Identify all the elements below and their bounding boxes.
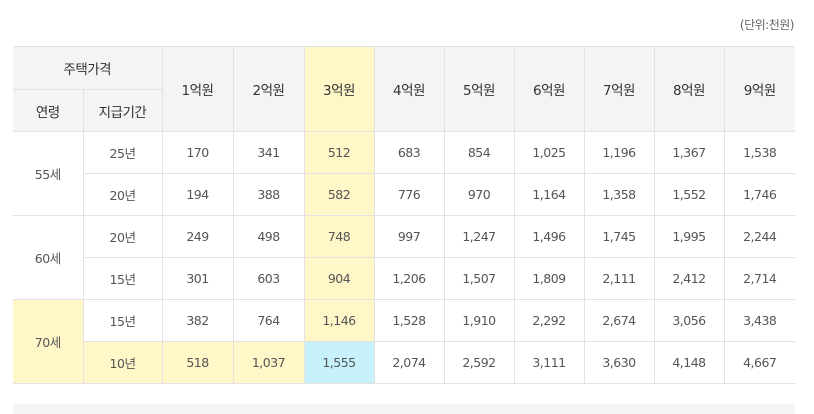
- value-cell: 2,412: [653, 257, 725, 300]
- value-cell: 388: [232, 173, 305, 216]
- value-cell: 854: [443, 131, 515, 174]
- value-cell: 748: [303, 215, 375, 258]
- value-cell: 776: [373, 173, 445, 216]
- value-cell: 1,037: [232, 341, 305, 384]
- value-cell: 1,746: [723, 173, 795, 216]
- value-cell: 1,552: [653, 173, 725, 216]
- value-cell: 1,206: [373, 257, 445, 300]
- value-cell: 2,111: [583, 257, 655, 300]
- value-cell: 904: [303, 257, 375, 300]
- value-cell: 170: [161, 131, 234, 174]
- value-cell: 498: [232, 215, 305, 258]
- value-cell: 1,507: [443, 257, 515, 300]
- table-row: 60세 20년 249 498 748 997 1,247 1,496 1,74…: [13, 215, 795, 300]
- value-cell: 4,148: [653, 341, 725, 384]
- period-cell: 10년: [83, 341, 163, 384]
- value-cell: 764: [232, 299, 305, 342]
- value-cell: 2,074: [373, 341, 445, 384]
- bottom-strip: [13, 404, 795, 414]
- pension-table: 주택가격 1억원 2억원 3억원 4억원 5억원 6억원 7억원 8억원 9억원…: [13, 46, 795, 384]
- value-cell: 3,056: [653, 299, 725, 342]
- header-price-9: 9억원: [723, 46, 795, 132]
- age-cell: 70세: [13, 299, 84, 384]
- value-cell: 2,714: [723, 257, 795, 300]
- value-cell: 1,496: [513, 215, 585, 258]
- period-cell: 25년: [82, 131, 163, 174]
- header-age: 연령: [13, 89, 84, 132]
- value-cell: 1,146: [303, 299, 375, 342]
- value-cell: 518: [161, 341, 234, 384]
- period-cell: 20년: [83, 173, 163, 216]
- header-house-price: 주택가격: [13, 46, 163, 90]
- header-price-3: 3억원: [303, 46, 375, 132]
- value-cell: 382: [161, 299, 234, 342]
- header-price-8: 8억원: [653, 46, 725, 132]
- value-cell: 1,809: [513, 257, 585, 300]
- table-row: 10년 518 1,037 1,555 2,074 2,592 3,111 3,…: [13, 341, 795, 384]
- value-cell: 1,025: [513, 131, 585, 174]
- value-cell: 683: [373, 131, 445, 174]
- age-cell: 55세: [13, 131, 84, 216]
- value-cell: 3,111: [513, 341, 585, 384]
- header-price-6: 6억원: [513, 46, 585, 132]
- value-cell: 603: [232, 257, 305, 300]
- value-cell: 1,247: [443, 215, 515, 258]
- value-cell: 249: [161, 215, 234, 258]
- value-cell: 1,196: [583, 131, 655, 174]
- value-cell: 997: [373, 215, 445, 258]
- header-period: 지급기간: [82, 89, 162, 132]
- age-cell: 60세: [13, 215, 84, 300]
- value-cell: 1,745: [583, 215, 655, 258]
- value-cell: 4,667: [723, 341, 795, 384]
- value-cell: 1,528: [373, 299, 445, 342]
- value-cell: 194: [161, 173, 234, 216]
- table-row: 55세 25년 170 341 512 683 854 1,025 1,196 …: [13, 131, 795, 216]
- header-price-4: 4억원: [373, 46, 445, 132]
- value-cell: 1,358: [583, 173, 655, 216]
- value-cell: 1,910: [443, 299, 515, 342]
- unit-note: (단위:천원): [739, 18, 795, 32]
- value-cell: 1,164: [513, 173, 585, 216]
- value-cell: 3,630: [583, 341, 655, 384]
- value-cell: 301: [161, 257, 234, 300]
- value-cell: 512: [303, 131, 375, 174]
- value-cell: 2,292: [513, 299, 585, 342]
- header-price-1: 1억원: [161, 46, 234, 132]
- period-cell: 20년: [82, 215, 163, 258]
- table-row: 15년 301 603 904 1,206 1,507 1,809 2,111 …: [13, 257, 795, 300]
- period-cell: 15년: [82, 299, 163, 342]
- header-price-2: 2억원: [232, 46, 305, 132]
- value-cell: 1,995: [653, 215, 725, 258]
- value-cell: 1,538: [723, 131, 795, 174]
- value-cell: 1,555: [303, 341, 375, 384]
- value-cell: 970: [443, 173, 515, 216]
- value-cell: 582: [303, 173, 375, 216]
- header-price-5: 5억원: [443, 46, 515, 132]
- value-cell: 1,367: [653, 131, 725, 174]
- value-cell: 341: [232, 131, 305, 174]
- value-cell: 3,438: [723, 299, 795, 342]
- value-cell: 2,674: [583, 299, 655, 342]
- header-price-7: 7억원: [583, 46, 655, 132]
- period-cell: 15년: [83, 257, 163, 300]
- table-row: 70세 15년 382 764 1,146 1,528 1,910 2,292 …: [13, 299, 795, 384]
- value-cell: 2,592: [443, 341, 515, 384]
- value-cell: 2,244: [723, 215, 795, 258]
- header-row-1: 주택가격 1억원 2억원 3억원 4억원 5억원 6억원 7억원 8억원 9억원: [13, 46, 795, 132]
- table-row: 20년 194 388 582 776 970 1,164 1,358 1,55…: [13, 173, 795, 216]
